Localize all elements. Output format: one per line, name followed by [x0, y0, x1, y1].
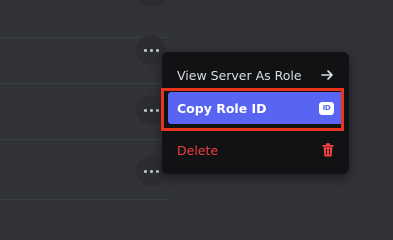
role-context-menu: View Server As Role Copy Role ID ID Dele…	[162, 52, 349, 174]
role-more-button[interactable]	[136, 0, 168, 6]
more-icon	[155, 48, 159, 52]
role-row-divider	[0, 199, 168, 200]
copy-role-id-label: Copy Role ID	[177, 100, 267, 116]
copy-role-id-item[interactable]: Copy Role ID ID	[168, 92, 343, 124]
id-badge-icon: ID	[319, 101, 334, 115]
arrow-right-icon	[321, 69, 334, 81]
menu-separator	[172, 129, 339, 130]
more-icon	[143, 108, 147, 112]
view-server-as-role-item[interactable]: View Server As Role	[168, 59, 343, 91]
more-icon	[143, 48, 147, 52]
more-icon	[155, 169, 159, 173]
more-icon	[143, 169, 147, 173]
more-icon	[155, 108, 159, 112]
more-icon	[149, 48, 153, 52]
role-row-divider	[0, 83, 168, 84]
more-icon	[149, 169, 153, 173]
trash-icon	[322, 143, 334, 157]
more-icon	[149, 108, 153, 112]
delete-label: Delete	[177, 142, 219, 158]
role-row-divider	[0, 139, 168, 140]
delete-role-item[interactable]: Delete	[168, 134, 343, 166]
view-server-as-role-label: View Server As Role	[177, 67, 302, 83]
